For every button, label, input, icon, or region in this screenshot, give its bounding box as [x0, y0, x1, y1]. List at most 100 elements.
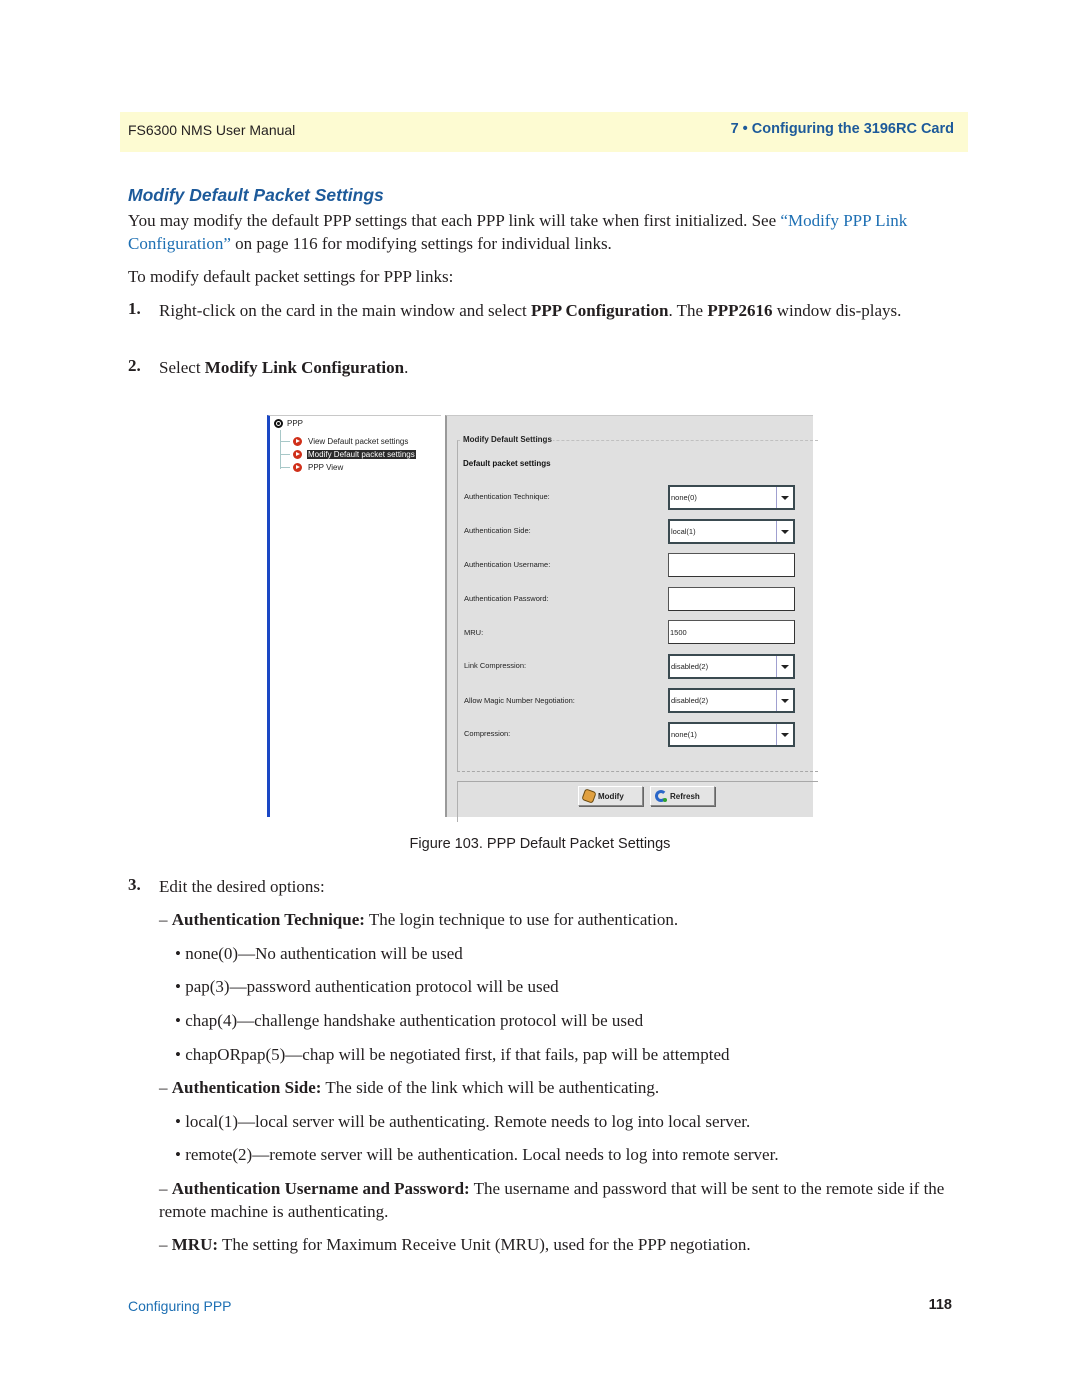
step-2-text: Select Modify Link Configuration.: [159, 356, 959, 379]
select-value: disabled(2): [671, 696, 709, 705]
chevron-down-icon[interactable]: [781, 496, 789, 500]
dash: –: [159, 1235, 168, 1254]
tree-connector: [280, 453, 290, 455]
dash: –: [159, 910, 168, 929]
bullet-item: • remote(2)—remote server will be authen…: [175, 1145, 779, 1164]
group-title: Modify Default Settings: [462, 435, 553, 444]
tree-item-label: PPP View: [308, 462, 344, 472]
modify-button-label: Modify: [598, 791, 624, 801]
step-number: 3.: [128, 875, 141, 894]
tree-item-modify-default[interactable]: Modify Default packet settings: [280, 448, 416, 460]
refresh-icon: [655, 790, 667, 802]
dash: –: [159, 1179, 168, 1198]
figure-caption: Figure 103. PPP Default Packet Settings: [409, 836, 671, 852]
bullet-item: • chap(4)—challenge handshake authentica…: [175, 1011, 644, 1030]
arrow-right-icon: [293, 462, 302, 472]
option-desc: The login technique to use for authentic…: [364, 910, 679, 929]
option-term: Authentication Side:: [171, 1078, 322, 1097]
manual-title: FS6300 NMS User Manual: [128, 122, 296, 138]
divider: [776, 521, 777, 542]
bullet-item: • chapORpap(5)—chap will be negotiated f…: [175, 1045, 730, 1064]
auth-side-select[interactable]: local(1): [668, 519, 795, 544]
link-compression-select[interactable]: disabled(2): [668, 654, 795, 679]
option-term: MRU:: [171, 1235, 219, 1254]
option-auth-credentials: – Authentication Username and Password: …: [159, 1177, 949, 1223]
refresh-button[interactable]: Refresh: [650, 786, 715, 806]
hand-pointer-icon: [581, 788, 597, 804]
intro-text-end: on page 116 for modifying settings for i…: [230, 234, 612, 253]
auth-technique-select[interactable]: none(0): [668, 485, 795, 510]
select-value: disabled(2): [671, 662, 709, 671]
tree-connector: [280, 466, 290, 468]
arrow-right-icon: [293, 449, 302, 459]
field-label: Authentication Password:: [464, 594, 549, 603]
figure-screenshot: PPP View Default packet settings Modify …: [267, 415, 818, 822]
field-label: Compression:: [464, 729, 511, 738]
select-value: none(1): [671, 730, 697, 739]
chevron-down-icon[interactable]: [781, 699, 789, 703]
refresh-button-label: Refresh: [670, 791, 700, 801]
tree-root[interactable]: PPP: [274, 419, 303, 428]
settings-panel: Modify Default Settings Default packet s…: [445, 415, 818, 822]
step-bold: Modify Link Configuration: [204, 358, 405, 377]
field-label: MRU:: [464, 628, 484, 637]
option-mru: – MRU: The setting for Maximum Receive U…: [159, 1233, 949, 1256]
option-term: Authentication Username and Password:: [171, 1179, 470, 1198]
step-number: 2.: [128, 356, 141, 375]
auth-password-field[interactable]: [668, 587, 795, 611]
magic-number-select[interactable]: disabled(2): [668, 688, 795, 713]
navigation-tree: PPP View Default packet settings Modify …: [267, 415, 441, 817]
chevron-down-icon[interactable]: [781, 530, 789, 534]
auth-username-field[interactable]: [668, 553, 795, 577]
tree-connector: [280, 440, 290, 442]
footer-section-name: Configuring PPP: [128, 1298, 232, 1314]
mru-field[interactable]: 1500: [668, 620, 795, 644]
step-bold: PPP2616: [707, 301, 773, 320]
step-bold: PPP Configuration: [531, 301, 669, 320]
option-desc: The setting for Maximum Receive Unit (MR…: [218, 1235, 751, 1254]
step-text: Right-click on the card in the main wind…: [159, 301, 532, 320]
divider: [776, 487, 777, 508]
tree-item-view-default[interactable]: View Default packet settings: [280, 435, 409, 447]
modify-button[interactable]: Modify: [578, 786, 643, 806]
panel-subtitle: Default packet settings: [463, 459, 551, 468]
compression-select[interactable]: none(1): [668, 722, 795, 747]
field-label: Authentication Technique:: [464, 492, 550, 501]
running-header: FS6300 NMS User Manual 7 • Configuring t…: [120, 112, 968, 152]
step-text: window dis-plays.: [772, 301, 902, 320]
tree-item-label: View Default packet settings: [308, 436, 409, 446]
bullet-item: • local(1)—local server will be authenti…: [175, 1112, 751, 1131]
step-1-text: Right-click on the card in the main wind…: [159, 299, 959, 322]
option-desc: The side of the link which will be authe…: [321, 1078, 660, 1097]
option-auth-technique: – Authentication Technique: The login te…: [159, 908, 949, 931]
step-text: Select: [159, 358, 205, 377]
chapter-title: 7 • Configuring the 3196RC Card: [730, 121, 954, 137]
divider: [776, 724, 777, 745]
step-text: .: [404, 358, 409, 377]
divider: [776, 690, 777, 711]
field-label: Authentication Username:: [464, 560, 551, 569]
select-value: none(0): [671, 493, 697, 502]
field-label: Link Compression:: [464, 661, 527, 670]
select-value: local(1): [671, 527, 696, 536]
bullet-item: • pap(3)—password authentication protoco…: [175, 977, 559, 996]
chevron-down-icon[interactable]: [781, 733, 789, 737]
divider: [776, 656, 777, 677]
option-auth-side: – Authentication Side: The side of the l…: [159, 1076, 949, 1099]
option-term: Authentication Technique:: [171, 910, 365, 929]
step-number: 1.: [128, 299, 141, 318]
field-label: Authentication Side:: [464, 526, 531, 535]
tree-item-ppp-view[interactable]: PPP View: [280, 461, 344, 473]
intro-text: You may modify the default PPP settings …: [128, 211, 781, 230]
field-label: Allow Magic Number Negotiation:: [464, 696, 575, 705]
bullet-item: • none(0)—No authentication will be used: [175, 944, 463, 963]
intro-paragraph: You may modify the default PPP settings …: [128, 209, 958, 255]
tree-root-label: PPP: [287, 419, 304, 428]
lead-paragraph: To modify default packet settings for PP…: [128, 267, 454, 286]
page-number: 118: [928, 1297, 952, 1313]
chevron-down-icon[interactable]: [781, 665, 789, 669]
section-title: Modify Default Packet Settings: [128, 185, 384, 205]
dash: –: [159, 1078, 168, 1097]
step-text: . The: [668, 301, 708, 320]
tree-item-label: Modify Default packet settings: [307, 449, 416, 459]
